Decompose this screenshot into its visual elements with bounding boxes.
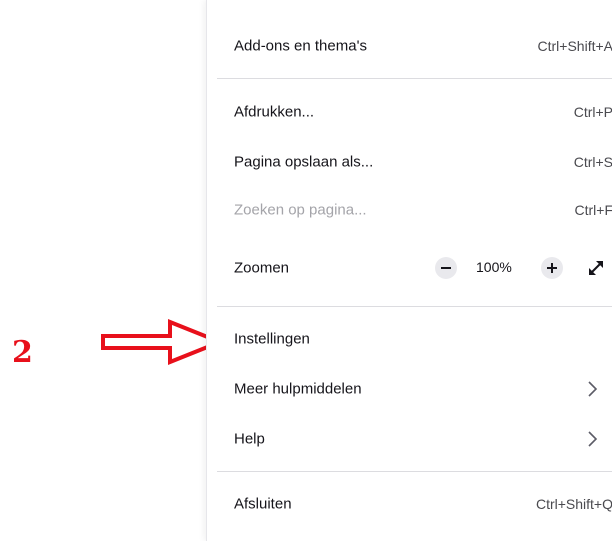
- menu-item-addons-themes[interactable]: Add-ons en thema's Ctrl+Shift+A: [207, 26, 612, 66]
- menu-item-shortcut: Ctrl+P: [573, 104, 612, 120]
- menu-separator: [217, 306, 612, 307]
- menu-item-settings[interactable]: Instellingen: [207, 319, 612, 359]
- menu-item-label: Instellingen: [234, 330, 310, 348]
- app-menu-panel: Add-ons en thema's Ctrl+Shift+A Afdrukke…: [206, 0, 612, 541]
- menu-item-shortcut: Ctrl+Shift+A: [537, 38, 612, 54]
- menu-item-save-page-as[interactable]: Pagina opslaan als... Ctrl+S: [207, 142, 612, 182]
- plus-icon: [547, 263, 557, 273]
- menu-item-label: Afsluiten: [234, 495, 292, 513]
- zoom-level[interactable]: 100%: [476, 259, 512, 275]
- menu-item-more-tools[interactable]: Meer hulpmiddelen: [207, 369, 612, 409]
- menu-item-label: Zoeken op pagina...: [234, 201, 367, 219]
- zoom-controls: 100%: [433, 256, 612, 280]
- menu-item-label: Meer hulpmiddelen: [234, 380, 362, 398]
- fullscreen-expand-icon: [589, 261, 603, 275]
- menu-item-label: Zoomen: [234, 259, 290, 277]
- menu-item-label: Pagina opslaan als...: [234, 153, 374, 171]
- menu-item-label: Afdrukken...: [234, 103, 315, 121]
- menu-separator: [217, 78, 612, 79]
- menu-item-print[interactable]: Afdrukken... Ctrl+P: [207, 92, 612, 132]
- menu-item-shortcut: Ctrl+S: [573, 154, 612, 170]
- minus-icon: [441, 267, 451, 269]
- zoom-in-button[interactable]: [541, 257, 563, 279]
- chevron-right-icon: [588, 381, 598, 397]
- chevron-right-icon: [588, 431, 598, 447]
- menu-separator: [217, 471, 612, 472]
- menu-item-zoom: Zoomen 100%: [207, 248, 612, 288]
- menu-item-help[interactable]: Help: [207, 419, 612, 459]
- menu-item-find-in-page[interactable]: Zoeken op pagina... Ctrl+F: [207, 190, 612, 230]
- fullscreen-button[interactable]: [585, 257, 607, 279]
- annotation-step-number: 2: [12, 335, 33, 370]
- menu-item-shortcut: Ctrl+F: [574, 202, 612, 218]
- menu-item-label: Help: [234, 430, 265, 448]
- menu-item-shortcut: Ctrl+Shift+Q: [535, 496, 612, 512]
- zoom-out-button[interactable]: [435, 257, 457, 279]
- menu-item-quit[interactable]: Afsluiten Ctrl+Shift+Q: [207, 484, 612, 524]
- menu-item-label: Add-ons en thema's: [234, 37, 367, 55]
